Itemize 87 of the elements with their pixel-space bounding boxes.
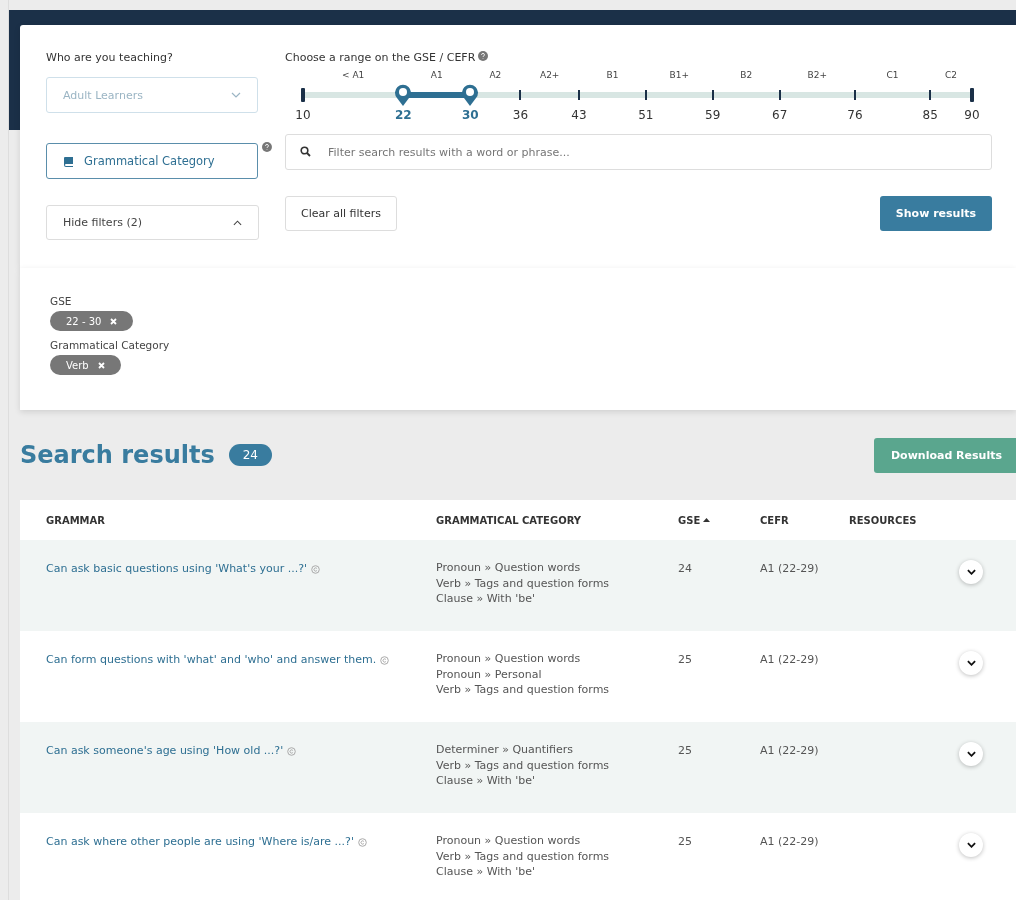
scale-number: 22 [395,108,412,122]
scale-number: 36 [512,108,529,122]
cefr-level-label: A2 [489,70,502,80]
filter-chip[interactable]: Verb [50,355,121,375]
grammar-link[interactable]: Can form questions with 'what' and 'who' and answer them. [46,653,377,666]
cefr-level-label: C1 [886,70,899,80]
hide-filters-button[interactable]: Hide filters (2) [46,205,259,240]
expand-button[interactable] [959,560,983,584]
category-text: Pronoun » Question words [436,560,582,576]
table-cell-text: 25 [678,744,693,759]
scale-number: 85 [922,108,938,122]
category-text: Pronoun » Question words [436,651,582,667]
chevron-down-icon [966,842,976,848]
grammatical-category-button[interactable]: Grammatical Category [46,143,259,179]
range-handle[interactable] [394,83,413,107]
table-cell-text: 24 [678,562,693,577]
copyright-icon [287,747,297,756]
results-count: 24 [228,444,272,466]
copyright-icon [357,838,367,847]
table-cell-text: 25 [678,835,693,850]
scale-number: 67 [772,108,788,122]
range-track[interactable] [303,92,972,98]
range-label: Choose a range on the GSE / CEFR [285,51,476,64]
results-title: Search results [20,441,215,469]
show-results-button[interactable]: Show results [879,196,992,231]
scale-number: 59 [705,108,721,122]
book-icon [63,155,74,167]
chevron-down-icon [966,751,976,757]
chevron-down-icon [966,660,976,666]
sort-up-icon [703,518,711,522]
column-header[interactable]: CEFR [760,514,849,526]
grammar-link[interactable]: Can ask someone's age using 'How old ...?' [46,744,284,757]
column-header[interactable]: RESOURCES [849,514,939,526]
close-icon [110,317,118,325]
table-cell-text: A1 (22-29) [760,835,820,850]
table-cell-text: A1 (22-29) [760,562,820,577]
category-text: Clause » With 'be' [436,591,536,607]
help-icon[interactable] [478,51,489,61]
copyright-icon [311,565,320,574]
category-text: Clause » With 'be' [436,864,536,880]
column-header[interactable]: GRAMMAR [46,514,436,526]
table-cell-text: A1 (22-29) [760,744,820,759]
expand-button[interactable] [959,833,983,857]
cefr-level-label: B2+ [807,70,827,80]
category-text: Clause » With 'be' [436,773,536,789]
filter-label: GSE [50,295,72,307]
category-text: Verb » Tags and question forms [436,757,611,773]
cefr-level-label: A1 [430,70,443,80]
column-header[interactable]: GRAMMATICAL CATEGORY [436,514,678,526]
filter-label: Grammatical Category [50,339,170,351]
cefr-level-label: B2 [740,70,753,80]
audience-label: Who are you teaching? [46,51,174,64]
close-icon [97,361,105,369]
range-handle[interactable] [461,83,480,107]
clear-filters-button[interactable]: Clear all filters [285,196,397,231]
category-text: Determiner » Quantifiers [436,742,575,758]
expand-button[interactable] [959,651,983,675]
chevron-down-icon [966,569,976,575]
search-field[interactable]: Filter search results with a word or phrase... [285,134,992,170]
category-text: Verb » Tags and question forms [436,848,611,864]
copyright-icon [380,656,390,665]
cefr-level-label: B1 [606,70,619,80]
scale-number: 90 [964,108,980,122]
scale-number: 51 [638,108,654,122]
filter-chip[interactable]: 22 - 30 [50,311,134,331]
category-text: Pronoun » Personal [436,666,543,682]
table-cell-text: 25 [678,653,693,668]
chevron-up-icon [233,219,242,226]
table-cell-text: A1 (22-29) [760,653,820,668]
scale-number: 10 [295,108,311,122]
chevron-down-icon [231,92,241,98]
scale-number: 30 [461,108,479,122]
cefr-level-label: C2 [945,70,958,80]
cefr-level-label: < A1 [342,70,365,80]
grammar-link[interactable]: Can ask where other people are using 'Where is/are ...?' [46,835,354,848]
help-icon[interactable] [262,142,272,152]
expand-button[interactable] [959,742,983,766]
column-header[interactable]: GSE [678,514,760,526]
cefr-level-label: A2+ [539,70,560,80]
cefr-level-label: B1+ [669,70,690,80]
category-text: Verb » Tags and question forms [436,575,611,591]
category-text: Pronoun » Question words [436,833,582,849]
scale-number: 76 [847,108,863,122]
grammar-link[interactable]: Can ask basic questions using 'What's your ...?' [46,562,307,575]
search-icon [300,146,311,157]
scale-number: 43 [571,108,587,122]
category-text: Verb » Tags and question forms [436,682,611,698]
